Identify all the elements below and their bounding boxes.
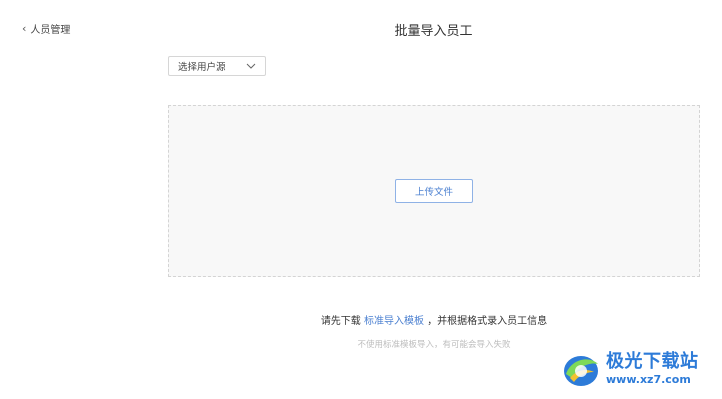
chevron-down-icon: [246, 63, 256, 69]
user-source-select[interactable]: 选择用户源: [168, 56, 266, 76]
watermark-logo: 极光下载站 www.xz7.com: [560, 346, 718, 392]
hint-suffix: ，并根据格式录入员工信息: [427, 316, 548, 327]
watermark-url: www.xz7.com: [606, 373, 691, 386]
template-hint: 请先下载 标准导入模板 ，并根据格式录入员工信息: [168, 312, 700, 327]
upload-file-button[interactable]: 上传文件: [395, 179, 473, 203]
page-title: 批量导入员工: [394, 24, 473, 39]
upload-dropzone[interactable]: 上传文件: [168, 105, 700, 277]
download-template-link[interactable]: 标准导入模板: [364, 316, 424, 327]
user-source-select-label: 选择用户源: [178, 62, 226, 73]
hint-prefix: 请先下载: [320, 316, 361, 327]
watermark-name: 极光下载站: [606, 351, 699, 372]
aurora-logo-icon: [564, 356, 598, 386]
